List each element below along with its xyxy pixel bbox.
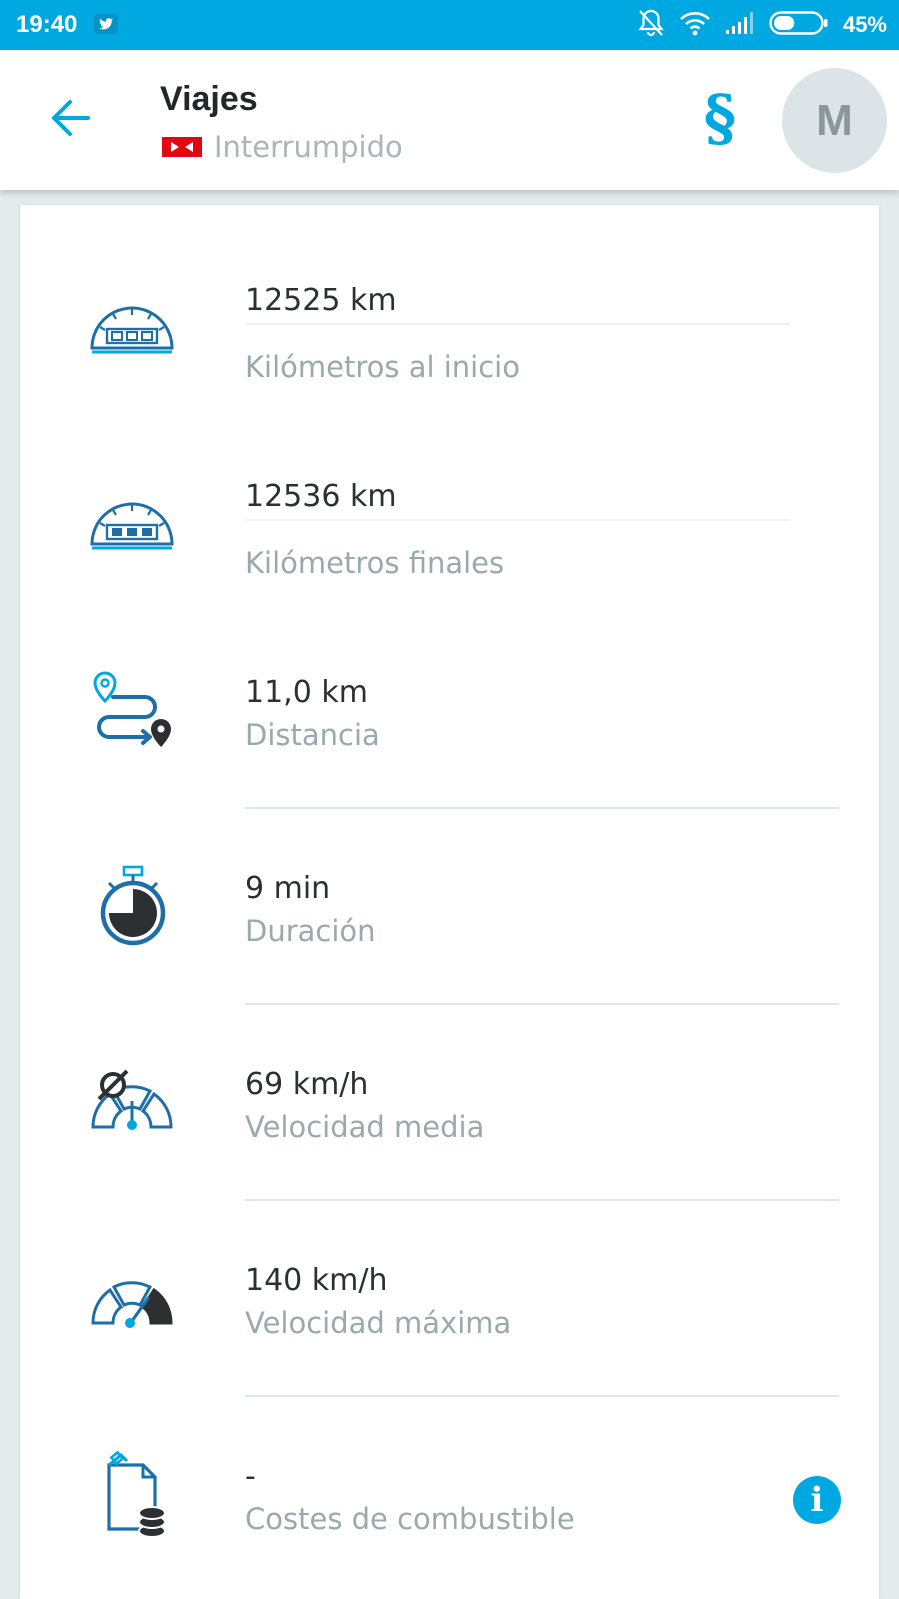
average-speed-icon [82, 1059, 182, 1149]
battery-icon [769, 10, 829, 41]
app-bar: Viajes Interrumpido § M [0, 50, 899, 190]
page-title: Viajes [160, 80, 258, 118]
max-speed-value: 140 km/h [245, 1263, 388, 1298]
odometer-end-icon [82, 481, 182, 571]
end-km-field-line [245, 519, 790, 521]
signal-icon [725, 11, 755, 40]
battery-percent: 45% [842, 12, 887, 37]
row-divider [245, 807, 839, 809]
row-divider [245, 1199, 839, 1201]
wifi-icon [679, 10, 711, 41]
start-km-value: 12525 km [245, 283, 397, 318]
distance-value: 11,0 km [245, 675, 368, 710]
status-text: Interrumpido [214, 130, 403, 164]
interrupted-flag-icon [162, 137, 202, 157]
distance-label: Distancia [245, 718, 380, 752]
info-button[interactable]: i [793, 1476, 841, 1524]
fuel-cost-icon [82, 1451, 182, 1541]
section-button[interactable]: § [692, 78, 748, 158]
twitter-icon [94, 13, 118, 40]
bell-off-icon [637, 8, 665, 43]
row-divider [245, 1003, 839, 1005]
arrow-left-icon [52, 100, 90, 136]
max-speed-label: Velocidad máxima [245, 1306, 512, 1340]
row-divider [245, 1395, 839, 1397]
trip-details-card: 12525 km Kilómetros al inicio 12536 km K… [20, 205, 879, 1599]
duration-label: Duración [245, 914, 376, 948]
back-button[interactable] [44, 92, 96, 144]
stopwatch-icon [82, 863, 182, 953]
status-bar: 19:40 45% [0, 0, 899, 50]
odometer-start-icon [82, 285, 182, 375]
end-km-value: 12536 km [245, 479, 397, 514]
avatar[interactable]: M [782, 68, 887, 173]
status-time: 19:40 [16, 11, 78, 38]
trip-status: Interrumpido [162, 130, 403, 164]
start-km-field-line [245, 323, 790, 325]
end-km-label: Kilómetros finales [245, 546, 505, 580]
start-km-label: Kilómetros al inicio [245, 350, 520, 384]
fuel-cost-label: Costes de combustible [245, 1502, 575, 1536]
route-icon [82, 667, 182, 757]
average-speed-label: Velocidad media [245, 1110, 485, 1144]
duration-value: 9 min [245, 871, 331, 906]
average-speed-value: 69 km/h [245, 1067, 369, 1102]
fuel-cost-value: - [245, 1459, 256, 1494]
max-speed-icon [82, 1255, 182, 1345]
